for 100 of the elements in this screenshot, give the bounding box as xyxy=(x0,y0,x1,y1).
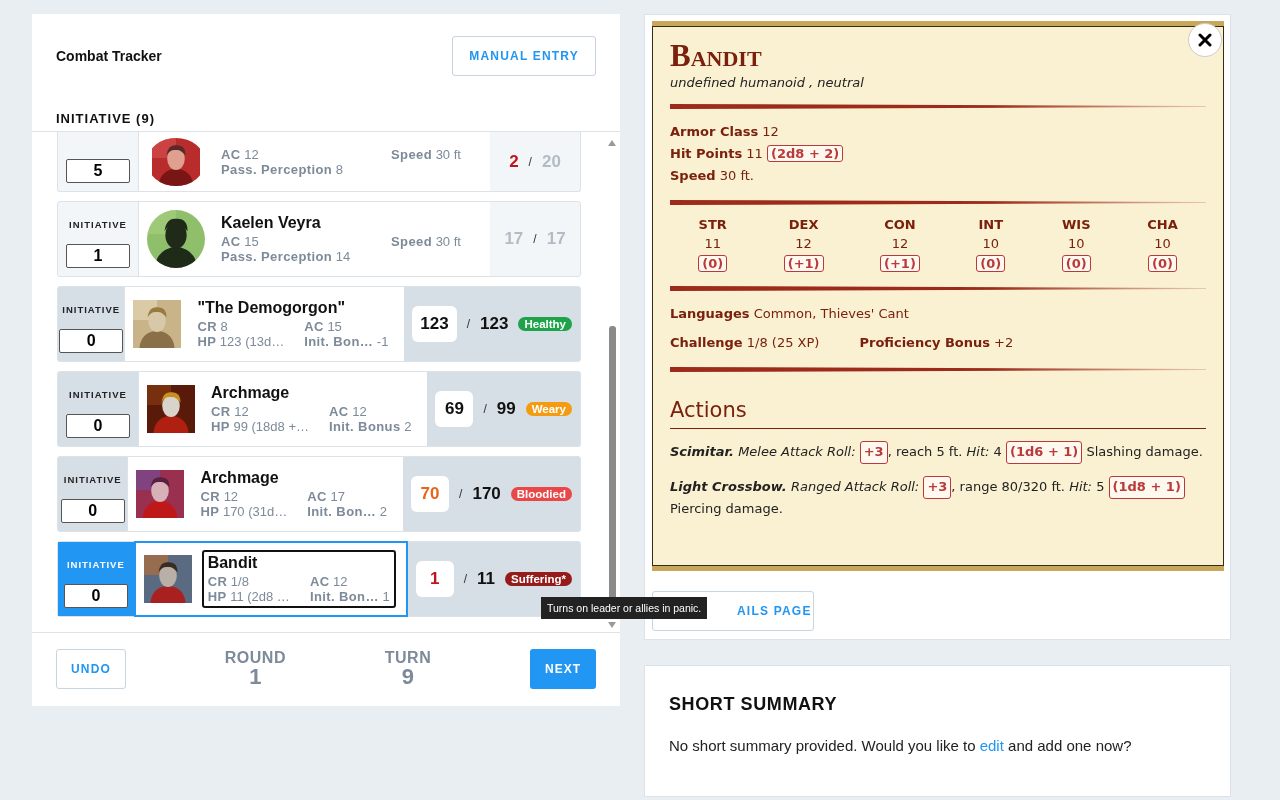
max-hit-points: 170 xyxy=(472,484,501,504)
panel-title: Combat Tracker xyxy=(56,48,162,64)
ability-modifier[interactable]: (0) xyxy=(698,255,728,272)
ability-score: 10 xyxy=(982,236,1000,251)
stat-text: Speed 30 ft xyxy=(391,234,461,249)
initiative-label: INITIATIVE xyxy=(69,219,127,230)
summary-title: SHORT SUMMARY xyxy=(669,694,839,715)
stat-text: CR 1/8 xyxy=(207,574,250,589)
initiative-label: INITIATIVE xyxy=(66,559,125,570)
ability-score: 11 xyxy=(704,236,721,251)
summary-text: No short summary provided. Would you like to edit and add one now? xyxy=(669,737,1133,754)
ability-name: CON xyxy=(884,217,916,232)
stat-text: HP 170 (31d… xyxy=(200,504,288,519)
stat-text: AC 15 xyxy=(221,234,260,249)
ability-modifier[interactable]: (+1) xyxy=(880,255,920,272)
separator: / xyxy=(483,402,487,416)
stat-text: AC 12 xyxy=(221,146,260,162)
initiative-field[interactable]: 0 xyxy=(59,329,124,353)
separator: / xyxy=(466,317,471,331)
stat-text: CR 8 xyxy=(197,319,229,334)
stat-text: AC 12 xyxy=(329,404,368,419)
initiative-label: INITIATIVE xyxy=(63,474,122,485)
ability-name: DEX xyxy=(788,217,819,232)
stat-text: Init. Bon… -1 xyxy=(304,334,389,349)
separator: / xyxy=(459,487,463,501)
ability-name: INT xyxy=(978,217,1004,232)
initiative-label: INITIATIVE xyxy=(62,304,121,315)
initiative-field[interactable]: 0 xyxy=(60,499,125,523)
turn-label: TURN xyxy=(384,650,432,666)
initiative-label: INITIATIVE xyxy=(69,389,127,400)
ability-modifier[interactable]: (0) xyxy=(1061,255,1091,272)
max-hit-points: 123 xyxy=(480,314,509,334)
hit-points: 17 xyxy=(504,229,524,249)
stat-text: Init. Bon… 2 xyxy=(307,504,388,519)
status-badge: Weary xyxy=(525,402,572,416)
ability-modifier[interactable]: (0) xyxy=(976,255,1006,272)
combatant-name: Archmage xyxy=(211,384,291,402)
stat-text: CR 12 xyxy=(200,489,240,504)
ability-name: STR xyxy=(698,217,727,232)
hit-points: 2 xyxy=(509,151,519,172)
stat-text: HP 99 (18d8 +… xyxy=(211,419,309,434)
round-number: 1 xyxy=(249,666,262,688)
stat-text: Pass. Perception 14 xyxy=(221,249,352,264)
combatant-name: Bandit xyxy=(207,554,259,572)
status-badge: Bloodied xyxy=(510,487,572,501)
max-hit-points: 17 xyxy=(546,229,566,249)
separator: / xyxy=(528,154,532,169)
action-text: Light Crossbow. Ranged Attack Roll: +3 , range 80/320 ft. Hit: 5 (1d8 + 1) Piercing damage. xyxy=(670,475,1206,520)
stat-text: AC 15 xyxy=(304,319,343,334)
stat-text: HP 11 (2d8 … xyxy=(207,589,290,604)
ability-score: 12 xyxy=(891,236,909,251)
initiative-field[interactable]: 0 xyxy=(66,414,130,438)
action-text: Scimitar. Melee Attack Roll: +3 , reach 5 ft. Hit: 4 (1d6 + 1) Slashing damage. xyxy=(670,441,1206,464)
stat-text: Speed 30 ft xyxy=(391,146,461,162)
hit-points-field[interactable]: 1 xyxy=(415,561,454,597)
close-icon[interactable] xyxy=(1198,33,1212,47)
separator: / xyxy=(533,232,537,246)
ability-modifier[interactable]: (+1) xyxy=(783,255,824,272)
combatant-row[interactable]: INITIATIVE 0 Archmage CR 12 AC 17 HP 170 (31d… Init. Bon… 2 70 / 170 Bloodied xyxy=(57,456,581,532)
property-line: Challenge 1/8 (25 XP) xyxy=(670,335,820,350)
separator: / xyxy=(463,572,468,586)
combatant-row[interactable]: INITIATIVE 0 Archmage CR 12 AC 12 HP 99 (18d8 +… Init. Bonus 2 69 / 99 Weary xyxy=(57,371,581,447)
stat-text: AC 12 xyxy=(309,574,349,589)
combatant-row[interactable]: INITIATIVE 1 Kaelen Veyra AC 15 Speed 30 ft Pass. Perception 14 17 / 17 xyxy=(57,201,581,277)
monster-type: undefined humanoid , neutral xyxy=(670,75,865,90)
max-hit-points: 20 xyxy=(541,151,561,172)
ability-score: 10 xyxy=(1154,236,1171,251)
property-line: Proficiency Bonus +2 xyxy=(859,335,1014,350)
max-hit-points: 99 xyxy=(496,399,516,419)
ability-name: WIS xyxy=(1061,217,1091,232)
initiative-field[interactable]: 0 xyxy=(63,584,128,608)
stat-text: Init. Bonus 2 xyxy=(329,419,412,434)
round-label: ROUND xyxy=(224,650,286,666)
stat-text: Pass. Perception 8 xyxy=(221,161,344,177)
stat-text: Init. Bon… 1 xyxy=(309,589,390,604)
initiative-field[interactable]: 5 xyxy=(66,159,130,183)
turn-number: 9 xyxy=(401,666,415,688)
combatant-name: "The Demogorgon" xyxy=(197,299,346,317)
status-badge: Healthy xyxy=(518,317,572,331)
section-heading: Actions xyxy=(670,398,1206,429)
max-hit-points: 11 xyxy=(477,569,496,589)
hit-points-field[interactable]: 69 xyxy=(435,391,474,427)
tooltip: Turns on leader or allies in panic. xyxy=(541,597,708,619)
monster-name: Bandit xyxy=(670,40,763,71)
ability-modifier[interactable]: (0) xyxy=(1148,255,1177,272)
ability-name: CHA xyxy=(1147,217,1178,232)
ability-score: 10 xyxy=(1067,236,1085,251)
initiative-field[interactable]: 1 xyxy=(66,244,130,268)
property-line: Armor Class 12 xyxy=(670,124,780,139)
property-line: Languages Common, Thieves' Cant xyxy=(670,306,910,321)
combatant-row[interactable]: INITIATIVE 0 "The Demogorgon" CR 8 AC 15 HP 123 (13d… Init. Bon… -1 123 / 123 Healthy xyxy=(57,286,581,362)
property-line: Speed 30 ft. xyxy=(670,168,755,183)
combatant-row[interactable]: 5 AC 12 Speed 30 ft Pass. Perception 8 2 / 20 xyxy=(57,132,581,192)
stat-text: HP 123 (13d… xyxy=(197,334,285,349)
status-badge: Suffering* xyxy=(505,572,572,586)
property-line: Hit Points 11 (2d8 + 2) xyxy=(670,145,1206,162)
ability-score: 12 xyxy=(795,236,812,251)
hit-points-field[interactable]: 123 xyxy=(412,306,457,342)
stat-text: AC 17 xyxy=(307,489,346,504)
combatant-name: Archmage xyxy=(200,469,280,487)
